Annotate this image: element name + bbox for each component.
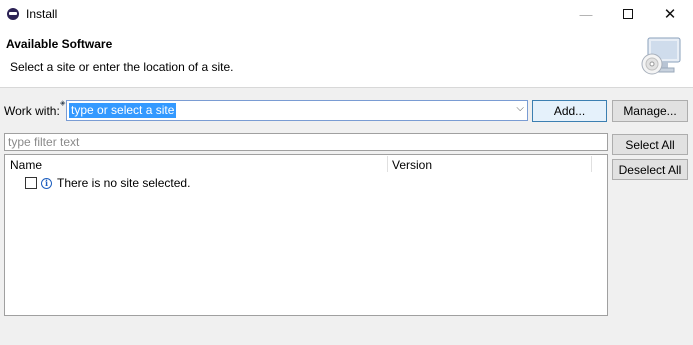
column-header-version[interactable]: Version <box>392 158 432 172</box>
manage-button[interactable]: Manage... <box>612 100 688 122</box>
maximize-button[interactable] <box>605 0 651 28</box>
filter-input[interactable] <box>5 134 607 150</box>
chevron-down-icon[interactable]: ⌵ <box>516 103 524 114</box>
row-checkbox[interactable] <box>25 177 37 189</box>
filter-field[interactable] <box>4 133 608 151</box>
column-divider[interactable] <box>387 156 388 172</box>
deselect-all-button[interactable]: Deselect All <box>612 159 688 180</box>
row-label: There is no site selected. <box>57 176 191 190</box>
header-title: Available Software <box>6 37 113 51</box>
title-bar: Install — ✕ <box>0 0 693 28</box>
close-button[interactable]: ✕ <box>647 0 693 28</box>
work-with-label: Work with: <box>4 104 60 118</box>
wizard-header: Available Software Select a site or ente… <box>0 28 693 88</box>
window-title: Install <box>26 7 58 21</box>
column-header-name[interactable]: Name <box>10 158 42 172</box>
software-tree-table[interactable]: Name Version i There is no site selected… <box>4 154 608 316</box>
content-assist-marker-icon: ◈ <box>60 100 66 107</box>
eclipse-app-icon <box>7 8 19 20</box>
info-icon: i <box>41 177 52 189</box>
table-row[interactable]: i There is no site selected. <box>25 175 190 191</box>
select-all-button[interactable]: Select All <box>612 134 688 155</box>
add-button[interactable]: Add... <box>532 100 607 122</box>
install-banner-icon <box>641 37 681 75</box>
column-divider[interactable] <box>591 156 592 172</box>
work-with-combo[interactable]: type or select a site ⌵ <box>66 100 528 121</box>
work-with-input-value[interactable]: type or select a site <box>69 103 177 118</box>
minimize-button[interactable]: — <box>563 0 609 28</box>
header-description: Select a site or enter the location of a… <box>10 60 234 74</box>
maximize-icon <box>623 9 633 19</box>
